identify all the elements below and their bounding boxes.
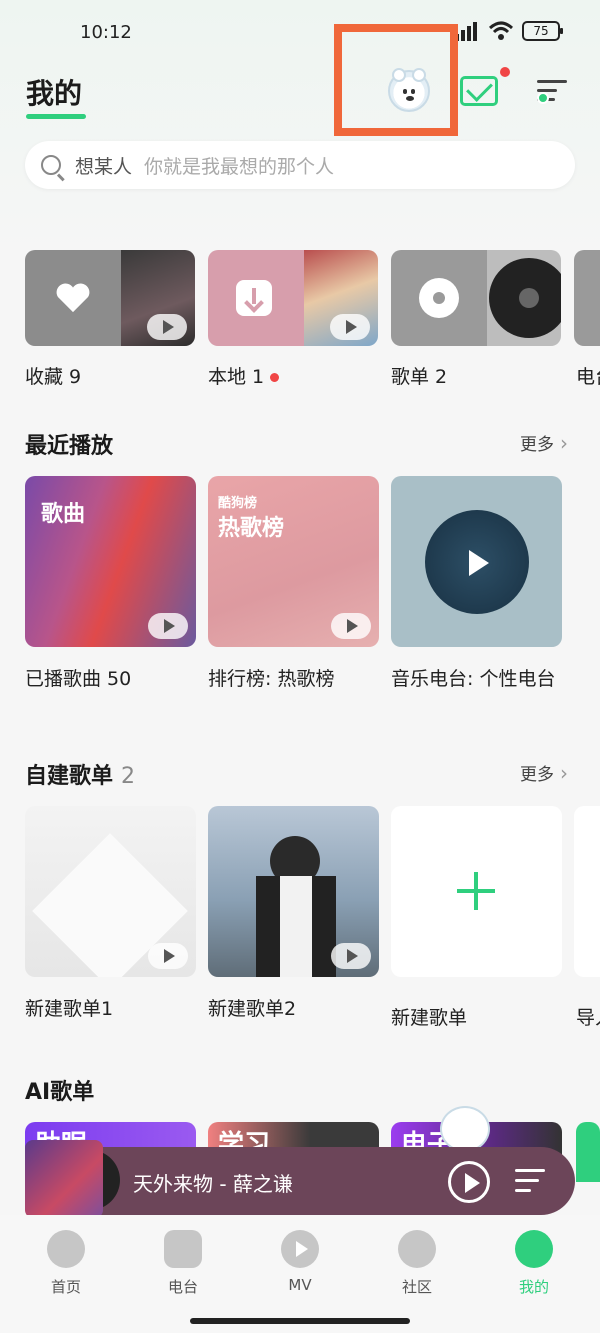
playlist-label-1: 新建歌单1 [25,998,114,1020]
recent-label-chart: 排行榜: 热歌榜 [208,668,335,690]
mail-icon[interactable] [460,76,498,106]
home-icon [47,1230,85,1268]
playlists-tile[interactable] [391,250,561,346]
radio-label: 电台 [576,366,600,388]
tab-community[interactable]: 社区 [377,1230,457,1297]
my-playlists-more-link[interactable]: 更多 [520,760,568,785]
new-playlist-button[interactable] [391,806,562,977]
plus-icon [457,872,495,910]
recent-card-chart[interactable]: 酷狗榜 热歌榜 [208,476,379,647]
import-label: 导入 [576,1007,600,1029]
tab-label: 社区 [401,1278,432,1296]
player-title: 天外来物 - 薛之谦 [133,1172,293,1196]
local-label-row: 本地 1 [208,362,280,389]
radio-tile[interactable] [574,250,600,346]
card-overlay-subtitle: 酷狗榜 [218,496,258,511]
play-icon[interactable] [331,943,371,969]
menu-settings-icon[interactable] [537,78,571,104]
favorites-tile[interactable] [25,250,195,346]
play-icon[interactable] [469,550,489,576]
favorites-label: 收藏 9 [25,366,82,388]
new-playlist-label: 新建歌单 [391,1007,468,1029]
tab-radio[interactable]: 电台 [143,1230,223,1297]
home-indicator [190,1318,410,1324]
status-time: 10:12 [80,22,132,43]
recent-label-history: 已播歌曲 50 [25,668,132,690]
radio-icon [164,1230,202,1268]
heart-icon [56,283,90,313]
tab-label: MV [288,1276,312,1294]
recent-title: 最近播放 [25,434,114,459]
status-icons: 75 [454,20,563,42]
page-title: 我的 [26,77,83,110]
my-playlists-count: 2 [121,764,136,789]
tab-label: 我的 [518,1278,549,1296]
bear-mascot-icon [440,1106,490,1152]
play-icon[interactable] [148,613,188,639]
play-button[interactable] [448,1161,490,1203]
play-icon[interactable] [147,314,187,340]
card-overlay-title: 热歌榜 [218,516,285,541]
tab-mine[interactable]: 我的 [494,1230,574,1297]
mv-icon [281,1230,319,1268]
notification-dot [500,67,510,77]
playlist-label-2: 新建歌单2 [208,998,297,1020]
recent-card-history[interactable]: 歌曲 [25,476,196,647]
play-icon[interactable] [331,613,371,639]
tab-home[interactable]: 首页 [26,1230,106,1297]
local-label: 本地 1 [208,366,265,388]
my-playlists-title-row: 自建歌单 2 [25,758,135,790]
search-icon [41,155,61,175]
tab-label: 电台 [167,1278,198,1296]
ai-card-more[interactable] [576,1122,600,1182]
battery-icon: 75 [522,21,563,41]
my-playlists-title: 自建歌单 [25,764,114,789]
recent-label-radio: 音乐电台: 个性电台 [391,668,556,690]
avatar-icon[interactable] [388,68,430,112]
ai-title: AI歌单 [25,1080,95,1105]
download-icon [236,280,272,316]
play-icon[interactable] [148,943,188,969]
playlist-card-2[interactable] [208,806,379,977]
recent-more-link[interactable]: 更多 [520,430,568,455]
search-hint: 你就是我最想的那个人 [144,155,335,178]
tab-label: 首页 [50,1278,81,1296]
profile-icon [515,1230,553,1268]
play-icon[interactable] [330,314,370,340]
title-underline [26,114,86,119]
recent-card-radio[interactable] [391,476,562,647]
search-bar[interactable]: 想某人 你就是我最想的那个人 [25,141,575,189]
playlist-queue-icon[interactable] [515,1166,549,1196]
wifi-icon [488,21,514,40]
tab-mv[interactable]: MV [260,1230,340,1294]
player-cover[interactable] [25,1140,103,1218]
playlist-card-1[interactable] [25,806,196,977]
disc-icon [419,278,459,318]
search-keyword: 想某人 [75,155,133,178]
community-icon [398,1230,436,1268]
badge-dot [270,373,280,382]
card-overlay-title: 歌曲 [41,502,86,527]
local-tile[interactable] [208,250,378,346]
import-card[interactable] [574,806,600,977]
playlists-label: 歌单 2 [391,366,448,388]
